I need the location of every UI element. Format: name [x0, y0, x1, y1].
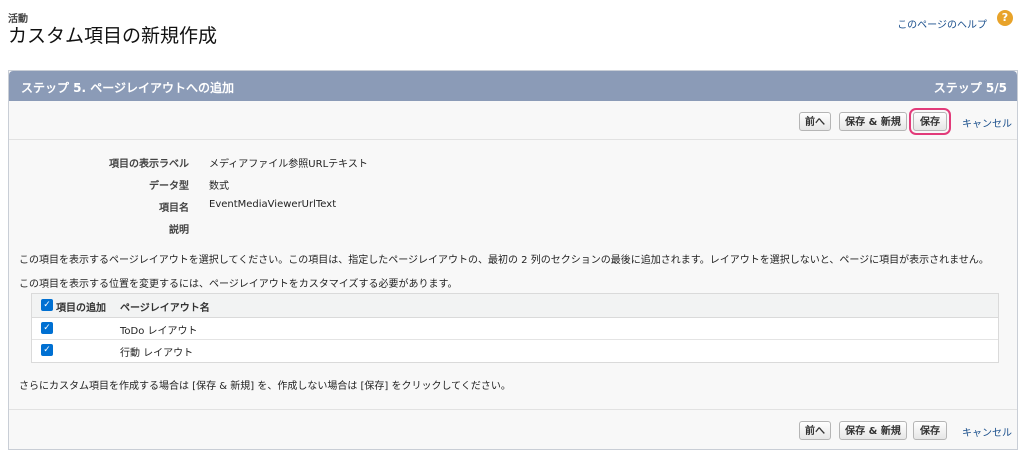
field-label-description: 説明	[169, 225, 189, 236]
cancel-link[interactable]: キャンセル	[962, 115, 1012, 130]
cancel-link[interactable]: キャンセル	[962, 424, 1012, 439]
select-all-checkbox[interactable]: ✓	[41, 299, 53, 311]
row-checkbox[interactable]: ✓	[41, 344, 53, 356]
table-row: ✓ 行動 レイアウト	[32, 339, 998, 361]
field-value-name: EventMediaViewerUrlText	[209, 199, 337, 210]
field-label-name: 項目名	[159, 203, 189, 214]
wizard-panel: ステップ 5. ページレイアウトへの追加 ステップ 5/5 前へ 保存 & 新規…	[8, 70, 1018, 450]
help-link[interactable]: このページのヘルプ	[897, 16, 987, 31]
page-layout-table: ✓ 項目の追加 ページレイアウト名 ✓ ToDo レイアウト ✓ 行動 レイアウ…	[31, 293, 999, 363]
save-new-button[interactable]: 保存 & 新規	[839, 421, 907, 440]
question-icon[interactable]: ?	[997, 10, 1013, 26]
column-layout-name-header: ページレイアウト名	[120, 303, 210, 314]
field-label-display: 項目の表示ラベル	[109, 159, 189, 170]
layout-name: 行動 レイアウト	[120, 348, 194, 359]
footer-instructions: さらにカスタム項目を作成する場合は [保存 & 新規] を、作成しない場合は […	[19, 381, 511, 392]
prev-button[interactable]: 前へ	[799, 112, 831, 131]
field-value-display: メディアファイル参照URLテキスト	[209, 159, 368, 170]
layout-name: ToDo レイアウト	[120, 326, 198, 337]
layout-instructions: この項目を表示するページレイアウトを選択してください。この項目は、指定したページ…	[19, 255, 989, 266]
row-checkbox[interactable]: ✓	[41, 322, 53, 334]
save-button[interactable]: 保存	[909, 108, 951, 135]
column-add-header: 項目の追加	[56, 303, 106, 314]
top-button-bar: 前へ 保存 & 新規 保存 キャンセル	[9, 101, 1017, 140]
bottom-button-bar: 前へ 保存 & 新規 保存 キャンセル	[9, 409, 1017, 448]
step-title: ステップ 5. ページレイアウトへの追加	[21, 81, 235, 95]
field-label-datatype: データ型	[149, 181, 189, 192]
table-header: ✓ 項目の追加 ページレイアウト名	[32, 294, 998, 318]
prev-button[interactable]: 前へ	[799, 421, 831, 440]
save-new-button[interactable]: 保存 & 新規	[839, 112, 907, 131]
step-indicator: ステップ 5/5	[933, 81, 1007, 95]
save-button[interactable]: 保存	[913, 421, 947, 440]
table-row: ✓ ToDo レイアウト	[32, 317, 998, 340]
page-title: カスタム項目の新規作成	[8, 25, 218, 47]
field-value-datatype: 数式	[209, 181, 229, 192]
customize-instructions: この項目を表示する位置を変更するには、ページレイアウトをカスタマイズする必要があ…	[19, 279, 458, 290]
panel-header: ステップ 5. ページレイアウトへの追加 ステップ 5/5	[9, 71, 1017, 101]
